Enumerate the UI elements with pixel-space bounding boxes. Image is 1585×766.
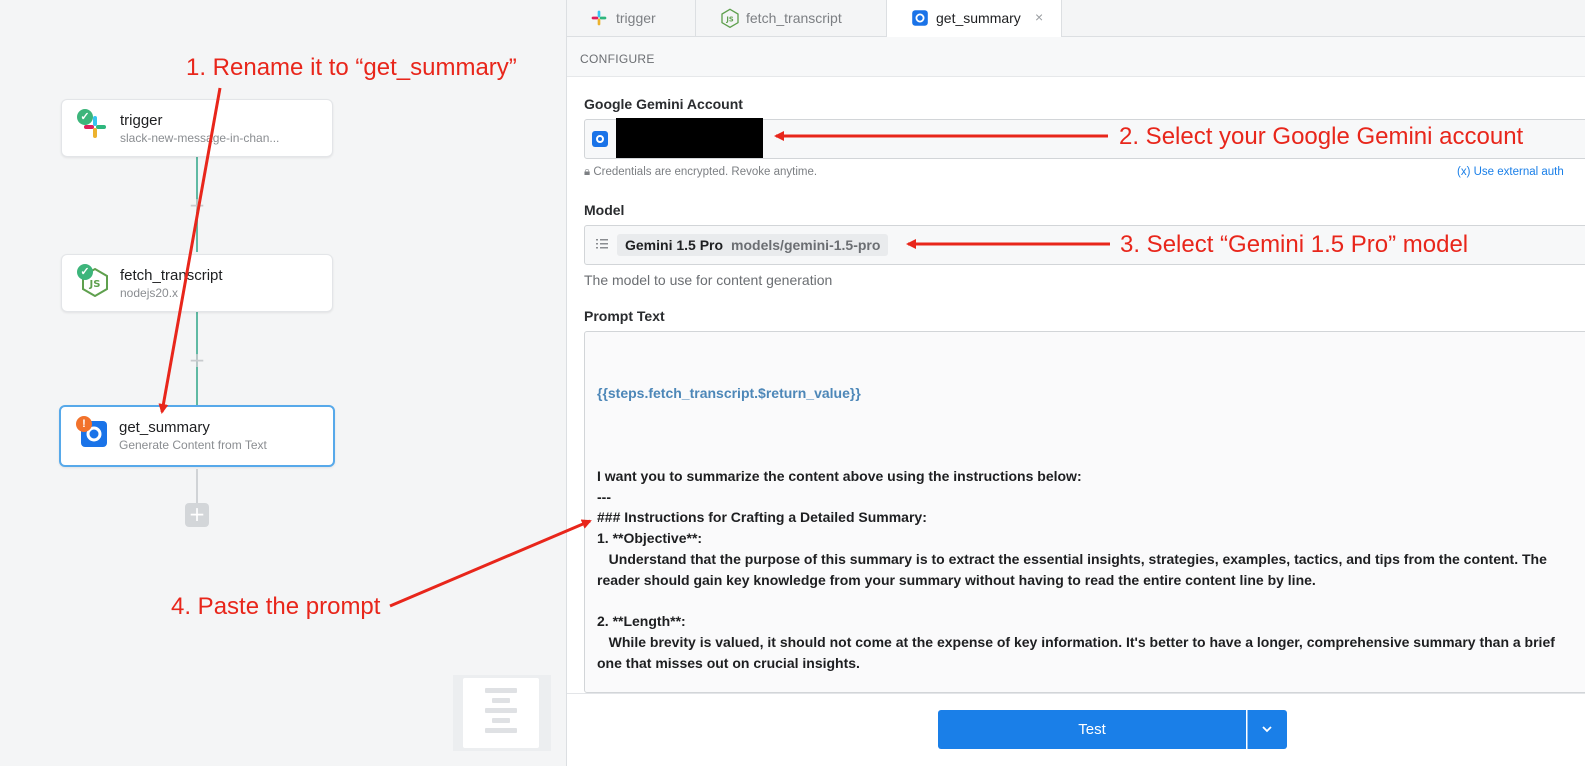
minimap-viewport (463, 678, 539, 748)
minimap-node (485, 728, 517, 733)
minimap-node (492, 718, 510, 723)
external-auth-text: Use external auth (1473, 166, 1564, 178)
model-chip[interactable]: Gemini 1.5 Pro models/gemini-1.5-pro (617, 234, 889, 256)
prompt-line: I want you to summarize the content abov… (597, 467, 1082, 484)
model-id: models/gemini-1.5-pro (731, 237, 881, 253)
lock-icon: 🔒︎ (584, 166, 591, 178)
node-title: fetch_transcript (120, 267, 223, 284)
annotation-step-2: 2. Select your Google Gemini account (1119, 123, 1524, 150)
tab-trigger[interactable]: trigger (567, 0, 696, 37)
workflow-canvas[interactable]: + + + ✓ trigger slack-new-message-in-cha… (0, 0, 566, 766)
node-trigger[interactable]: ✓ trigger slack-new-message-in-chan... (61, 99, 333, 157)
prompt-line: --- (597, 488, 611, 505)
tab-fetch-transcript[interactable]: JS fetch_transcript (696, 0, 887, 37)
step-config-panel: trigger JS fetch_transcript get_summary … (566, 0, 1585, 766)
status-ok-icon: ✓ (77, 109, 93, 125)
tab-label: trigger (616, 10, 656, 26)
tab-label: get_summary (936, 10, 1021, 26)
prompt-line: reader should gain key knowledge from yo… (597, 571, 1316, 588)
prompt-text: {{steps.fetch_transcript.$return_value}}… (597, 341, 1585, 692)
minimap-node (492, 698, 510, 703)
gemini-icon (912, 10, 928, 26)
configure-label: CONFIGURE (580, 52, 655, 66)
nodejs-icon: JS (721, 8, 739, 28)
connector-line (196, 469, 198, 503)
status-ok-icon: ✓ (77, 264, 93, 280)
node-subtitle: slack-new-message-in-chan... (120, 131, 280, 145)
minimap-node (485, 708, 517, 713)
variable-icon: (x) (1457, 166, 1471, 178)
status-warning-icon: ! (76, 416, 92, 432)
prompt-line (597, 674, 1585, 692)
credentials-note: 🔒︎ Credentials are encrypted. Revoke any… (584, 166, 817, 179)
model-help-text: The model to use for content generation (584, 272, 833, 288)
node-title: get_summary (119, 419, 210, 436)
minimap-node (485, 688, 517, 693)
model-name: Gemini 1.5 Pro (625, 237, 724, 253)
prompt-line (597, 591, 1585, 612)
add-step-button[interactable]: + (185, 503, 209, 527)
svg-text:JS: JS (89, 279, 101, 290)
prompt-line: Understand that the purpose of this summ… (597, 550, 1547, 567)
chevron-down-icon (1247, 710, 1272, 749)
step-tabs: trigger JS fetch_transcript get_summary … (567, 0, 1585, 38)
add-step-icon[interactable]: + (187, 350, 207, 370)
annotation-step-3: 3. Select “Gemini 1.5 Pro” model (1120, 231, 1469, 258)
footer-bar: Test (567, 693, 1585, 766)
prompt-line: 2. **Length**: (597, 613, 686, 630)
model-label: Model (584, 202, 625, 218)
annotation-step-1: 1. Rename it to “get_summary” (186, 54, 517, 81)
node-subtitle: Generate Content from Text (119, 438, 267, 452)
prompt-line: one that misses out on crucial insights. (597, 654, 860, 671)
prompt-line: While brevity is valued, it should not c… (597, 634, 1555, 651)
add-step-icon[interactable]: + (187, 195, 207, 215)
credentials-note-text: Credentials are encrypted. Revoke anytim… (593, 166, 818, 178)
tab-get-summary[interactable]: get_summary × (887, 0, 1062, 38)
configure-section-header: CONFIGURE (567, 37, 1585, 77)
account-label: Google Gemini Account (584, 96, 743, 112)
redacted-account-name (616, 118, 763, 158)
svg-text:JS: JS (725, 15, 733, 23)
prompt-label: Prompt Text (584, 308, 665, 324)
test-options-button[interactable] (1247, 710, 1287, 749)
prompt-line (597, 445, 1585, 466)
prompt-textarea[interactable]: {{steps.fetch_transcript.$return_value}}… (584, 331, 1585, 693)
list-icon (596, 239, 608, 249)
close-icon[interactable]: × (1035, 9, 1043, 25)
gemini-account-icon (592, 131, 608, 147)
node-title: trigger (120, 112, 163, 129)
tab-label: fetch_transcript (746, 10, 842, 26)
external-auth-link[interactable]: (x) Use external auth (1457, 166, 1564, 178)
test-button[interactable]: Test (938, 710, 1246, 749)
prompt-line: ### Instructions for Crafting a Detailed… (597, 509, 927, 526)
minimap[interactable] (453, 675, 551, 751)
node-subtitle: nodejs20.x (120, 286, 179, 300)
node-fetch-transcript[interactable]: JS ✓ fetch_transcript nodejs20.x (61, 254, 333, 312)
node-get-summary[interactable]: ! get_summary Generate Content from Text (59, 405, 335, 467)
slack-icon (591, 10, 607, 26)
annotation-step-4: 4. Paste the prompt (171, 593, 381, 620)
prompt-variable: {{steps.fetch_transcript.$return_value}} (597, 384, 861, 401)
prompt-line: 1. **Objective**: (597, 530, 703, 547)
